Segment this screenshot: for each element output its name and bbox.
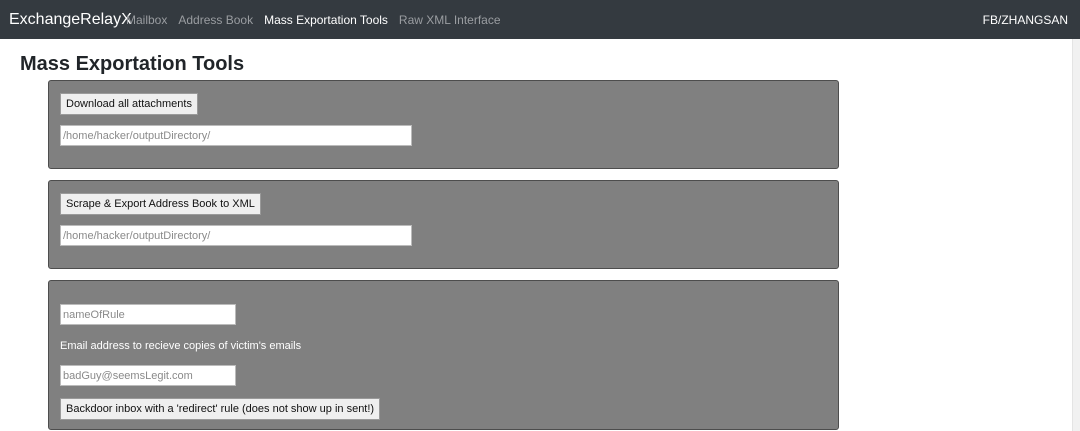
redirect-email-label: Email address to recieve copies of victi…: [60, 340, 302, 352]
export-address-book-button[interactable]: Scrape & Export Address Book to XML: [60, 193, 261, 215]
rule-name-input[interactable]: [60, 304, 236, 325]
page-title: Mass Exportation Tools: [20, 53, 245, 75]
export-address-book-panel: Scrape & Export Address Book to XML: [48, 180, 839, 269]
attachments-output-path-input[interactable]: [60, 125, 412, 146]
top-navbar: ExchangeRelayX Mailbox Address Book Mass…: [0, 0, 1080, 39]
nav-link-raw-xml-interface[interactable]: Raw XML Interface: [399, 12, 501, 28]
nav-link-mailbox[interactable]: Mailbox: [126, 12, 167, 28]
page-scrollbar[interactable]: [1072, 39, 1080, 431]
nav-link-address-book[interactable]: Address Book: [178, 12, 253, 28]
redirect-rule-panel: Email address to recieve copies of victi…: [48, 280, 839, 430]
address-book-output-path-input[interactable]: [60, 225, 412, 246]
brand-link[interactable]: ExchangeRelayX: [9, 10, 132, 30]
nav-links: Mailbox Address Book Mass Exportation To…: [126, 12, 501, 28]
backdoor-redirect-rule-button[interactable]: Backdoor inbox with a 'redirect' rule (d…: [60, 398, 381, 420]
redirect-email-input[interactable]: [60, 365, 236, 386]
download-attachments-panel: Download all attachments: [48, 80, 839, 169]
current-user-label[interactable]: FB/ZHANGSAN: [983, 12, 1068, 28]
nav-link-mass-exportation-tools[interactable]: Mass Exportation Tools: [264, 12, 388, 28]
download-attachments-button[interactable]: Download all attachments: [60, 93, 198, 115]
